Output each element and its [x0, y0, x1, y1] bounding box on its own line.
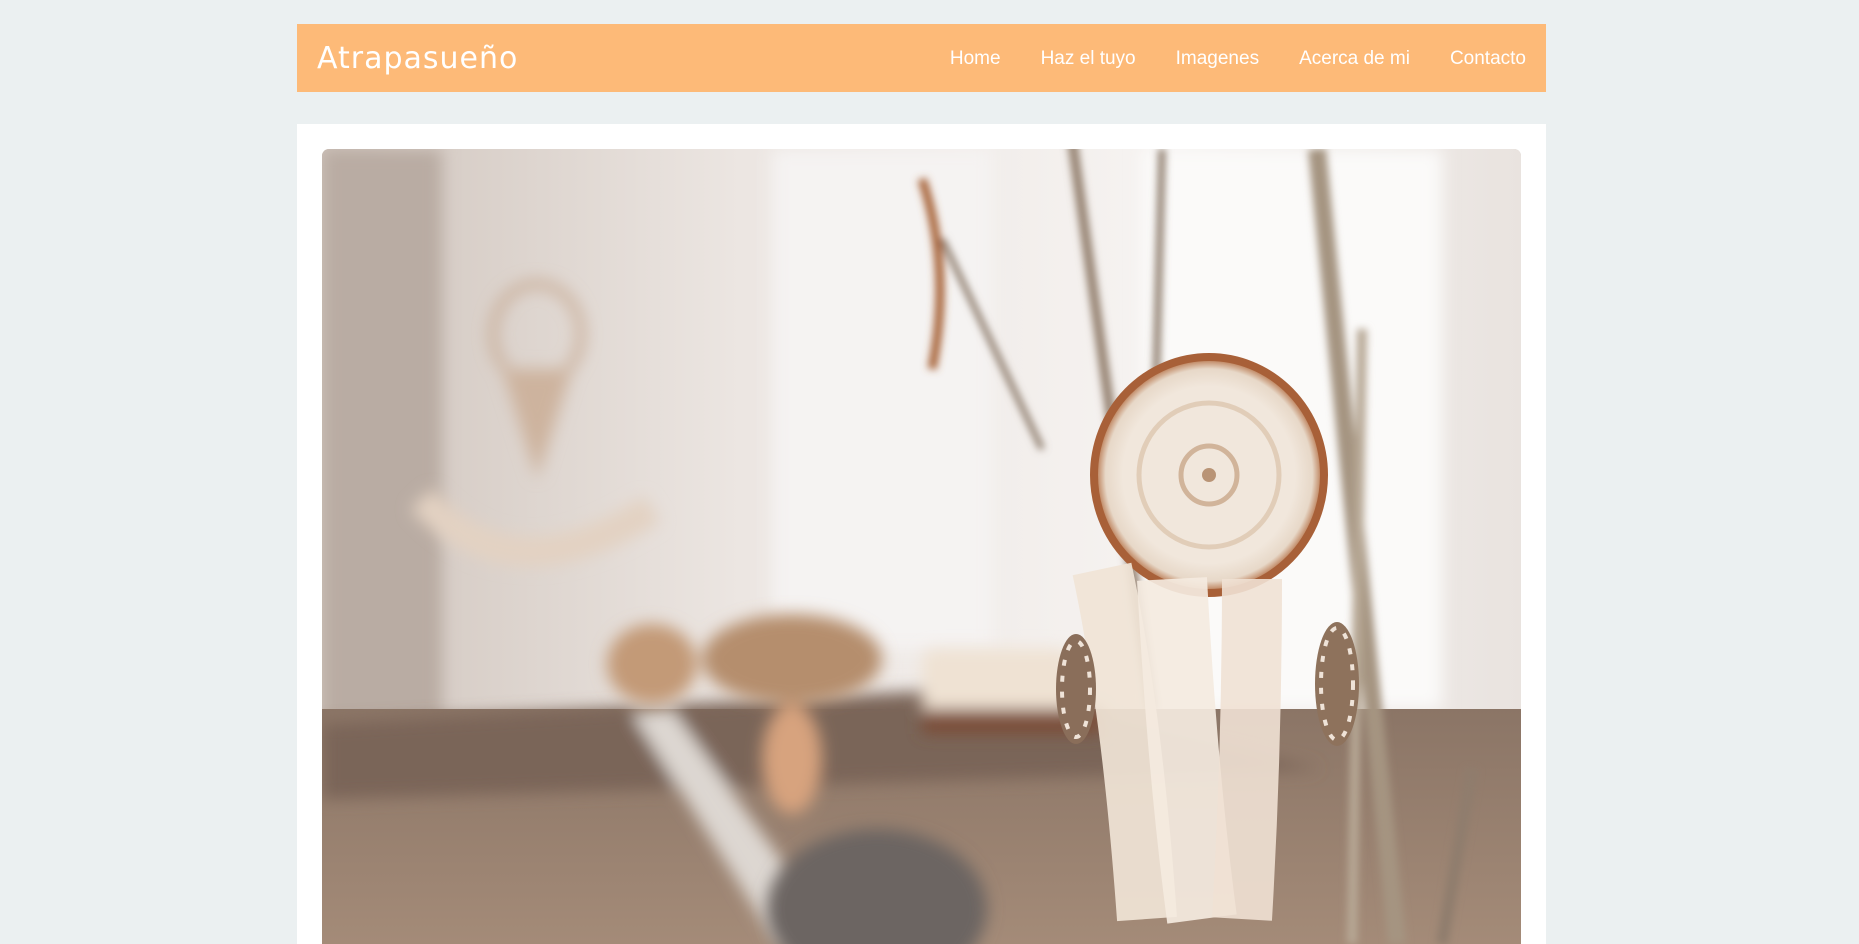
- nav-link-contacto[interactable]: Contacto: [1450, 49, 1526, 68]
- brand-logo-link[interactable]: Atrapasueño: [317, 44, 518, 74]
- top-navbar: Atrapasueño Home Haz el tuyo Imagenes Ac…: [297, 24, 1546, 92]
- nav-link-acerca-de-mi[interactable]: Acerca de mi: [1299, 49, 1410, 68]
- nav-link-imagenes[interactable]: Imagenes: [1176, 49, 1259, 68]
- dreamcatcher-photo: [322, 149, 1521, 944]
- nav-link-home[interactable]: Home: [950, 49, 1001, 68]
- page-container: Atrapasueño Home Haz el tuyo Imagenes Ac…: [297, 0, 1546, 944]
- main-nav: Home Haz el tuyo Imagenes Acerca de mi C…: [950, 49, 1526, 68]
- content-card: [297, 124, 1546, 944]
- nav-link-haz-el-tuyo[interactable]: Haz el tuyo: [1041, 49, 1136, 68]
